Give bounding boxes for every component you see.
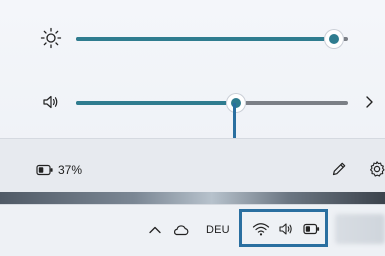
cloud-icon[interactable]	[172, 222, 190, 238]
speaker-icon[interactable]	[40, 91, 62, 113]
battery-percentage: 37%	[58, 163, 83, 177]
volume-slider-fill	[76, 101, 236, 105]
battery-icon	[303, 221, 321, 237]
wifi-icon	[252, 221, 270, 237]
pencil-icon[interactable]	[330, 160, 348, 178]
language-indicator[interactable]: DEU	[206, 224, 230, 240]
gear-icon[interactable]	[368, 160, 385, 178]
battery-icon	[36, 164, 54, 176]
brightness-icon	[40, 27, 62, 49]
brightness-slider[interactable]	[76, 29, 348, 49]
brightness-slider-fill	[76, 37, 334, 41]
brightness-slider-thumb[interactable]	[324, 29, 344, 49]
desktop-wallpaper-strip	[0, 192, 385, 204]
speaker-icon	[278, 221, 296, 237]
chevron-up-icon[interactable]	[148, 222, 162, 238]
brightness-row	[0, 23, 385, 53]
system-tray-highlight[interactable]	[239, 209, 328, 247]
battery-status[interactable]: 37%	[36, 162, 82, 178]
clock-blurred[interactable]	[335, 214, 385, 244]
